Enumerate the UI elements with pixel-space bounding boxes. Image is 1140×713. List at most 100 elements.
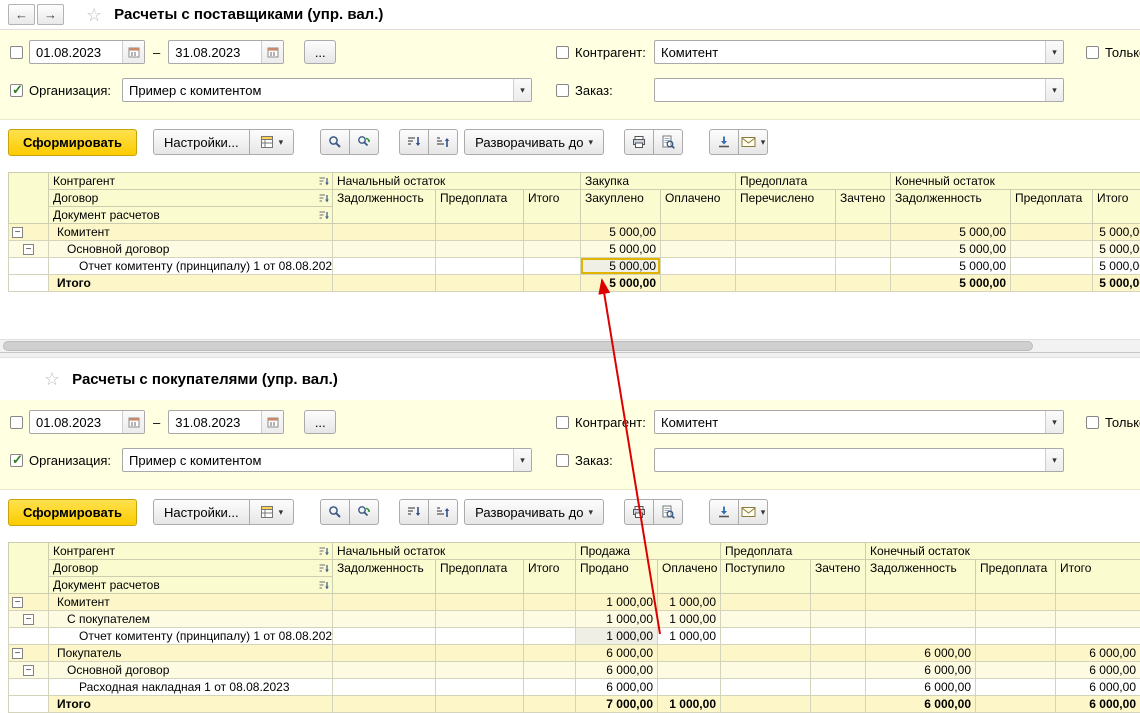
counterparty-checkbox[interactable] [556, 46, 569, 59]
value-cell[interactable] [976, 679, 1056, 696]
row-label[interactable]: Итого [49, 696, 333, 713]
date-from-input[interactable] [30, 411, 122, 433]
value-cell[interactable] [976, 611, 1056, 628]
value-cell[interactable] [333, 258, 436, 275]
value-cell[interactable] [811, 696, 866, 713]
value-cell[interactable] [836, 241, 891, 258]
value-cell[interactable] [836, 258, 891, 275]
chevron-down-icon[interactable]: ▾ [513, 79, 531, 101]
period-options-button[interactable]: ... [304, 40, 336, 64]
value-cell[interactable] [721, 628, 811, 645]
value-cell[interactable] [524, 628, 576, 645]
value-cell[interactable] [436, 275, 524, 292]
value-cell[interactable] [1056, 594, 1140, 611]
value-cell[interactable]: 1 000,00 [576, 628, 658, 645]
row-label[interactable]: Покупатель [49, 645, 333, 662]
value-cell[interactable] [333, 679, 436, 696]
value-cell[interactable] [721, 611, 811, 628]
value-cell[interactable] [836, 275, 891, 292]
value-cell[interactable]: 1 000,00 [658, 696, 721, 713]
favorite-star-icon[interactable]: ☆ [44, 370, 60, 388]
save-icon[interactable] [709, 499, 739, 525]
value-cell[interactable] [736, 224, 836, 241]
value-cell[interactable] [811, 594, 866, 611]
row-label[interactable]: Отчет комитенту (принципалу) 1 от 08.08.… [49, 258, 333, 275]
value-cell[interactable]: 5 000,00 [581, 224, 661, 241]
value-cell[interactable]: 5 000,00 [1093, 275, 1140, 292]
sort-descending-icon[interactable] [399, 129, 429, 155]
order-input[interactable] [655, 449, 1045, 471]
mail-icon[interactable]: ▾ [738, 129, 768, 155]
value-cell[interactable] [721, 679, 811, 696]
order-checkbox[interactable] [556, 84, 569, 97]
collapse-toggle[interactable]: − [23, 244, 34, 255]
calendar-icon[interactable] [261, 411, 283, 433]
value-cell[interactable] [333, 645, 436, 662]
value-cell[interactable] [658, 662, 721, 679]
value-cell[interactable] [436, 628, 524, 645]
value-cell[interactable]: 1 000,00 [576, 611, 658, 628]
only-checkbox[interactable] [1086, 416, 1099, 429]
value-cell[interactable]: 1 000,00 [658, 594, 721, 611]
organization-checkbox[interactable]: ✓ [10, 84, 23, 97]
value-cell[interactable] [1011, 258, 1093, 275]
value-cell[interactable] [436, 611, 524, 628]
favorite-star-icon[interactable]: ☆ [86, 6, 102, 24]
row-label[interactable]: С покупателем [49, 611, 333, 628]
report-variants-button[interactable]: ▾ [249, 129, 295, 155]
value-cell[interactable] [524, 594, 576, 611]
value-cell[interactable] [333, 662, 436, 679]
value-cell[interactable]: 6 000,00 [866, 645, 976, 662]
value-cell[interactable] [721, 645, 811, 662]
save-icon[interactable] [709, 129, 739, 155]
column-header-contract[interactable]: Договор [49, 190, 333, 207]
value-cell[interactable] [866, 594, 976, 611]
value-cell[interactable] [333, 696, 436, 713]
counterparty-input[interactable] [655, 41, 1045, 63]
print-icon[interactable] [624, 499, 654, 525]
settings-button[interactable]: Настройки... [153, 499, 250, 525]
chevron-down-icon[interactable]: ▾ [513, 449, 531, 471]
value-cell[interactable] [866, 611, 976, 628]
value-cell[interactable] [1011, 241, 1093, 258]
period-checkbox[interactable] [10, 416, 23, 429]
value-cell[interactable] [1011, 275, 1093, 292]
value-cell[interactable] [976, 696, 1056, 713]
value-cell[interactable] [436, 679, 524, 696]
chevron-down-icon[interactable]: ▾ [1045, 41, 1063, 63]
row-label[interactable]: Основной договор [49, 662, 333, 679]
value-cell[interactable] [736, 241, 836, 258]
value-cell[interactable] [524, 241, 581, 258]
value-cell[interactable] [658, 679, 721, 696]
value-cell[interactable] [721, 696, 811, 713]
value-cell[interactable] [524, 696, 576, 713]
collapse-toggle[interactable]: − [12, 597, 23, 608]
value-cell[interactable]: 6 000,00 [866, 679, 976, 696]
value-cell[interactable]: 6 000,00 [576, 679, 658, 696]
column-header-document[interactable]: Документ расчетов [49, 577, 333, 594]
row-label[interactable]: Расходная накладная 1 от 08.08.2023 [49, 679, 333, 696]
value-cell[interactable]: 6 000,00 [1056, 662, 1140, 679]
value-cell[interactable]: 5 000,00 [891, 224, 1011, 241]
print-preview-icon[interactable] [653, 129, 683, 155]
value-cell[interactable] [333, 611, 436, 628]
expand-to-button[interactable]: Разворачивать до▾ [464, 499, 604, 525]
value-cell[interactable] [661, 258, 736, 275]
value-cell[interactable] [333, 275, 436, 292]
generate-button[interactable]: Сформировать [8, 499, 137, 526]
value-cell[interactable]: 5 000,00 [581, 241, 661, 258]
collapse-toggle[interactable]: − [12, 227, 23, 238]
value-cell[interactable]: 5 000,00 [1093, 224, 1140, 241]
value-cell[interactable] [721, 594, 811, 611]
value-cell[interactable]: 6 000,00 [576, 662, 658, 679]
value-cell[interactable]: 5 000,00 [581, 258, 661, 275]
row-label[interactable]: Отчет комитенту (принципалу) 1 от 08.08.… [49, 628, 333, 645]
row-label[interactable]: Основной договор [49, 241, 333, 258]
value-cell[interactable] [436, 224, 524, 241]
value-cell[interactable] [1011, 224, 1093, 241]
horizontal-scrollbar[interactable] [0, 339, 1140, 352]
period-checkbox[interactable] [10, 46, 23, 59]
forward-button[interactable]: → [37, 4, 64, 25]
value-cell[interactable] [866, 628, 976, 645]
counterparty-input[interactable] [655, 411, 1045, 433]
